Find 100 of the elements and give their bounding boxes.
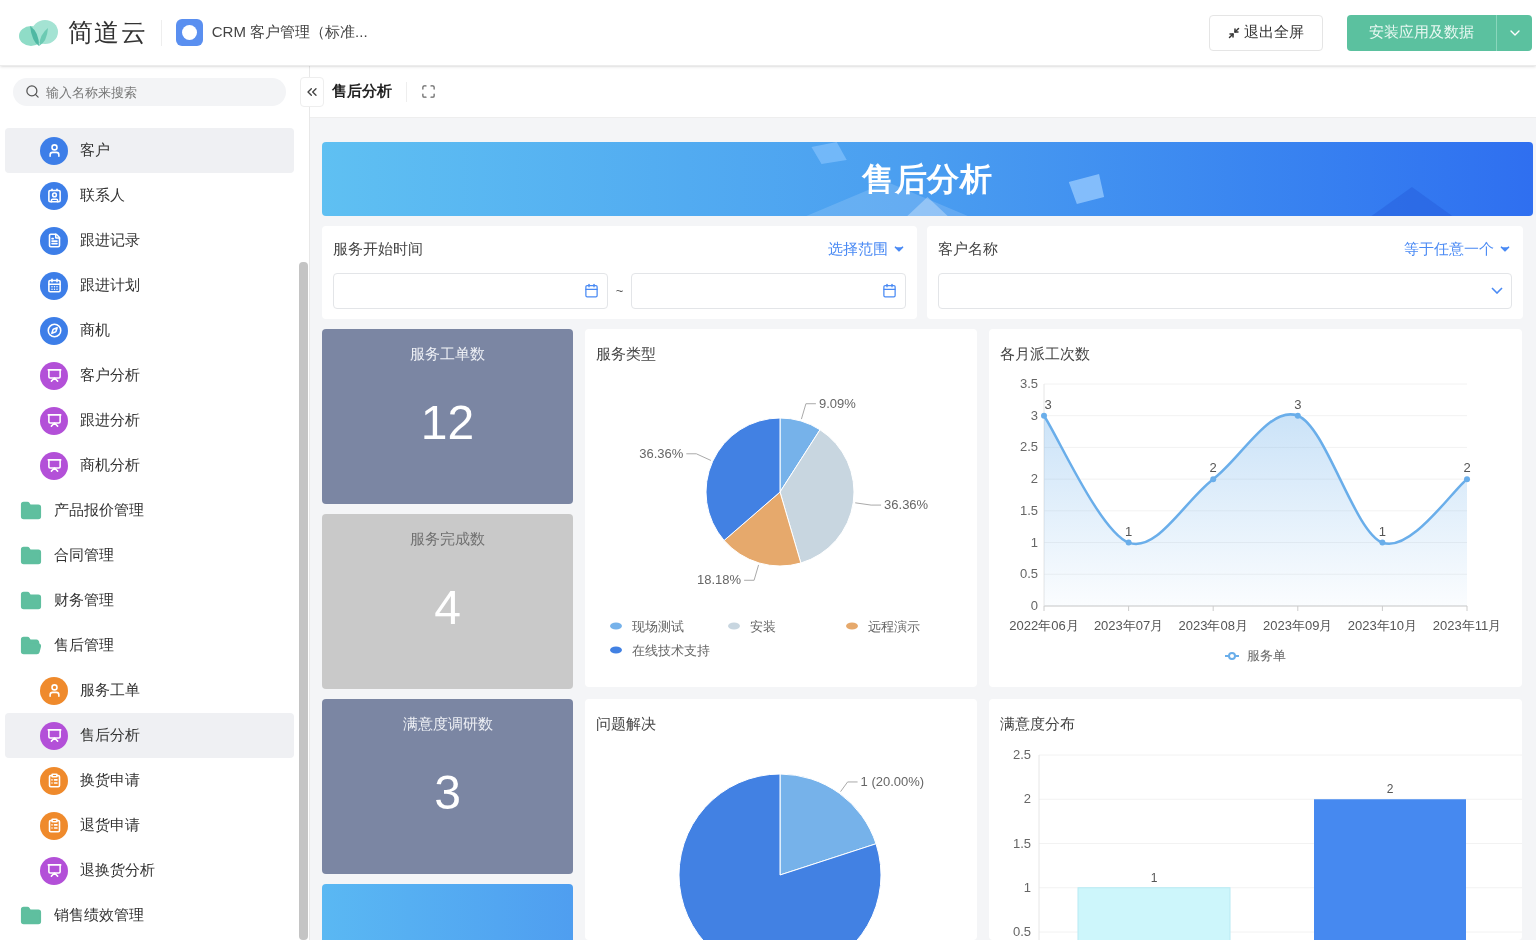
fullscreen-icon[interactable] — [421, 84, 436, 99]
slice-label: 36.36% — [884, 496, 929, 512]
bar-value-label: 1 — [1150, 870, 1158, 885]
stat-label: 满意度调研数 — [402, 713, 493, 734]
y-tick-label: 0 — [1030, 597, 1038, 613]
sidebar-item[interactable]: 跟进记录 — [5, 218, 294, 263]
range-separator: ~ — [615, 281, 624, 300]
select-field[interactable] — [938, 272, 1512, 309]
legend-label[interactable]: 服务单 — [1247, 647, 1286, 663]
stat-value: 3 — [434, 765, 461, 821]
sidebar-item[interactable]: 商机分析 — [5, 443, 294, 488]
y-tick-label: 3.5 — [1019, 375, 1038, 391]
y-tick-label: 2.5 — [1012, 746, 1031, 762]
bar-value-label: 2 — [1386, 781, 1394, 796]
data-label: 2 — [1463, 459, 1471, 475]
data-point[interactable] — [1294, 412, 1301, 419]
y-tick-label: 0.5 — [1019, 565, 1038, 581]
leader-line — [800, 402, 817, 420]
folder-item[interactable]: 售后管理 — [5, 623, 294, 668]
folder-item[interactable]: 销售绩效管理 — [5, 893, 294, 938]
sidebar-item[interactable]: 商机 — [5, 308, 294, 353]
pie-slice[interactable] — [723, 491, 802, 566]
x-tick-label: 2022年06月 — [1009, 617, 1079, 633]
slice-label: 1 (20.00%) — [860, 773, 925, 789]
sidebar-item[interactable]: 退货申请 — [5, 803, 294, 848]
sidebar-item[interactable]: 客户分析 — [5, 353, 294, 398]
y-tick-label: 2.5 — [1019, 438, 1038, 454]
x-tick-label: 2023年08月 — [1178, 617, 1248, 633]
data-label: 2 — [1209, 459, 1217, 475]
filter-label: 服务开始时间 — [333, 239, 423, 259]
sidebar-item[interactable]: 售后分析 — [5, 713, 294, 758]
filter-mode-dropdown[interactable]: 选择范围 — [828, 238, 906, 261]
data-point[interactable] — [1379, 539, 1386, 546]
sidebar-item[interactable]: 联系人 — [5, 173, 294, 218]
exit-fullscreen-button[interactable]: 退出全屏 — [1209, 14, 1323, 51]
filter-mode-dropdown[interactable]: 等于任意一个 — [1404, 238, 1512, 261]
date-field[interactable] — [631, 272, 906, 309]
slice-label: 9.09% — [818, 395, 856, 411]
folder-item[interactable]: 财务管理 — [5, 578, 294, 623]
legend-marker — [846, 622, 858, 629]
chevron-down-icon — [1491, 287, 1503, 294]
stat-value: 12 — [420, 395, 475, 451]
legend-label[interactable]: 在线技术支持 — [632, 642, 710, 658]
stat-label: 服务工单数 — [410, 343, 485, 364]
y-tick-label: 3 — [1030, 407, 1038, 423]
chart-title: 各月派工次数 — [1000, 343, 1090, 364]
sidebar-item[interactable]: 服务工单 — [5, 668, 294, 713]
x-tick-label: 2023年09月 — [1263, 617, 1333, 633]
data-label: 3 — [1044, 396, 1052, 412]
legend-label[interactable]: 远程演示 — [868, 618, 920, 634]
data-point[interactable] — [1041, 412, 1047, 419]
crystal-decoration — [811, 142, 847, 164]
sidebar-item[interactable]: 跟进计划 — [5, 263, 294, 308]
y-tick-label: 2 — [1023, 790, 1031, 806]
y-tick-label: 1.5 — [1012, 835, 1031, 850]
stat-label: 服务完成数 — [410, 528, 485, 549]
chart-title: 满意度分布 — [1000, 713, 1075, 734]
data-point[interactable] — [1464, 475, 1470, 482]
search-field[interactable]: 输入名称来搜索 — [13, 78, 286, 106]
scrollbar[interactable] — [299, 262, 308, 940]
sidebar-item[interactable]: 退换货分析 — [5, 848, 294, 893]
folder-item[interactable]: 合同管理 — [5, 533, 294, 578]
legend-marker — [1224, 651, 1240, 660]
legend-marker — [728, 622, 740, 629]
app-title[interactable]: CRM 客户管理（标准... — [211, 21, 368, 44]
legend-label[interactable]: 安装 — [750, 618, 776, 634]
collapse-sidebar-button[interactable] — [300, 76, 324, 107]
search-icon — [25, 84, 40, 99]
y-tick-label: 2 — [1030, 470, 1038, 486]
chart-title: 服务类型 — [596, 343, 656, 364]
y-tick-label: 1 — [1023, 879, 1031, 895]
app-logo-icon — [175, 19, 203, 46]
slice-label: 36.36% — [639, 445, 684, 461]
date-field[interactable] — [333, 272, 608, 309]
legend-marker — [610, 622, 622, 629]
x-tick-label: 2023年11月 — [1432, 617, 1502, 633]
leader-line — [743, 563, 760, 581]
data-point[interactable] — [1210, 475, 1217, 482]
data-label: 3 — [1294, 396, 1302, 412]
page-title: 售后分析 — [332, 81, 392, 102]
y-tick-label: 0.5 — [1012, 923, 1031, 939]
slice-label: 18.18% — [697, 571, 742, 587]
pie-slice[interactable] — [779, 428, 855, 563]
folder-item[interactable]: 产品报价管理 — [5, 488, 294, 533]
pie-slice[interactable] — [705, 417, 781, 541]
dropdown-button[interactable] — [1496, 14, 1532, 51]
leader-line — [685, 452, 712, 461]
legend-marker — [610, 646, 622, 653]
brand-name: 简道云 — [68, 16, 147, 48]
calendar-icon — [882, 283, 897, 298]
x-tick-label: 2023年10月 — [1347, 617, 1418, 633]
legend-label[interactable]: 现场测试 — [632, 618, 684, 634]
cloud-logo-icon — [18, 17, 60, 48]
sidebar-item[interactable]: 换货申请 — [5, 758, 294, 803]
chart-title: 问题解决 — [596, 713, 656, 734]
minimize-icon — [1228, 26, 1240, 39]
x-tick-label: 2023年07月 — [1093, 617, 1164, 633]
data-point[interactable] — [1125, 539, 1132, 546]
sidebar-item[interactable]: 跟进分析 — [5, 398, 294, 443]
sidebar-item[interactable]: 客户 — [5, 128, 294, 173]
